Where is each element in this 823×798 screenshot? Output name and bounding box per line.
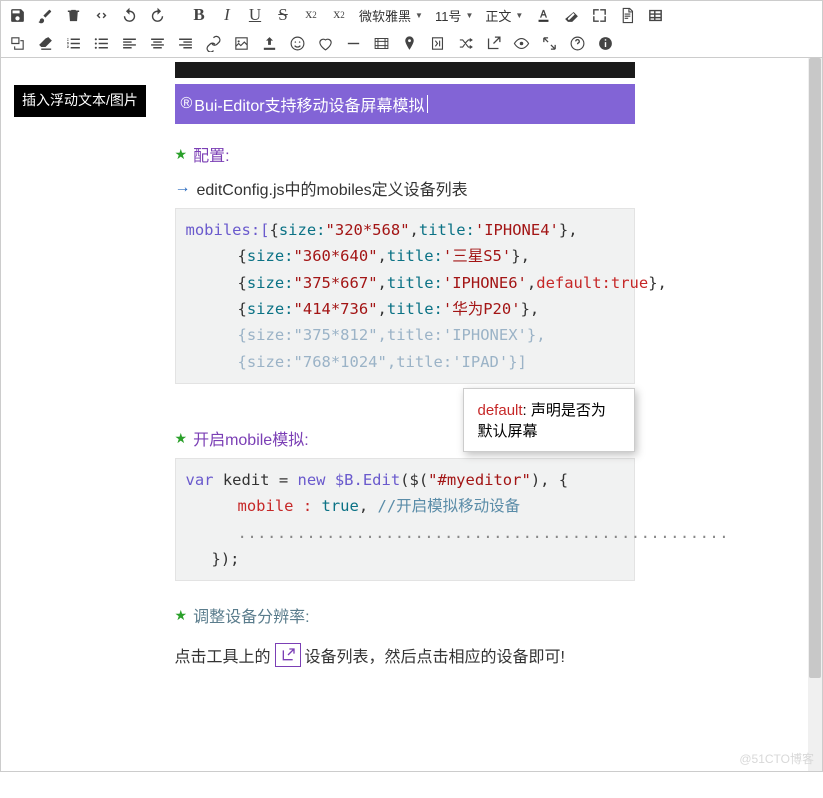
image-icon[interactable] (231, 33, 251, 53)
italic-icon[interactable]: I (217, 5, 237, 25)
size-select[interactable]: 11号 (433, 6, 475, 25)
marker-icon[interactable] (399, 33, 419, 53)
arrow-icon: → (175, 179, 191, 197)
unordered-list-icon[interactable] (91, 33, 111, 53)
video-icon[interactable] (371, 33, 391, 53)
trash-icon[interactable] (63, 5, 83, 25)
style-select[interactable]: 正文 (483, 6, 525, 25)
star-icon: ★ (175, 430, 188, 447)
heart-icon[interactable] (315, 33, 335, 53)
eye-icon[interactable] (511, 33, 531, 53)
code-icon[interactable] (91, 5, 111, 25)
emoji-icon[interactable] (287, 33, 307, 53)
insert-float-icon[interactable] (7, 33, 27, 53)
device-list-icon (275, 643, 301, 667)
save-icon[interactable] (7, 5, 27, 25)
minus-icon[interactable] (343, 33, 363, 53)
brush-icon[interactable] (35, 5, 55, 25)
align-left-icon[interactable] (119, 33, 139, 53)
section-heading: 开启mobile模拟: (193, 426, 309, 450)
expand-icon[interactable] (539, 33, 559, 53)
section-heading: 配置: (193, 142, 229, 166)
text-cursor (427, 95, 428, 113)
editor-body[interactable]: ® Bui-Editor支持移动设备屏幕模拟 ★ 配置: → editConfi… (1, 58, 808, 771)
strike-icon[interactable]: S (273, 5, 293, 25)
star-icon: ★ (175, 146, 188, 163)
page-icon[interactable] (617, 5, 637, 25)
subscript-icon[interactable]: x2 (329, 5, 349, 25)
export-icon[interactable] (483, 33, 503, 53)
text-color-icon[interactable] (533, 5, 553, 25)
star-icon: ★ (175, 607, 188, 624)
tooltip-popover: default: 声明是否为默认屏幕 (463, 388, 635, 452)
editor-toolbar: B I U S x2 x2 微软雅黑 11号 正文 (0, 0, 823, 58)
symbol-icon[interactable] (427, 33, 447, 53)
superscript-icon[interactable]: x2 (301, 5, 321, 25)
font-select[interactable]: 微软雅黑 (357, 6, 425, 25)
undo-icon[interactable] (119, 5, 139, 25)
page-title: ® Bui-Editor支持移动设备屏幕模拟 (175, 84, 635, 124)
highlight-icon[interactable] (561, 5, 581, 25)
table-icon[interactable] (645, 5, 665, 25)
section-heading: 调整设备分辨率: (193, 603, 309, 627)
scrollbar-thumb[interactable] (809, 58, 821, 678)
code-block-init: var kedit = new $B.Edit($("#myeditor"), … (175, 458, 635, 581)
bold-icon[interactable]: B (189, 5, 209, 25)
scrollbar[interactable] (808, 58, 822, 771)
fullscreen2-icon[interactable] (589, 5, 609, 25)
upload-icon[interactable] (259, 33, 279, 53)
device-instruction: 点击工具上的 设备列表，然后点击相应的设备即可! (175, 643, 635, 667)
align-center-icon[interactable] (147, 33, 167, 53)
code-block-mobiles: mobiles:[{size:"320*568",title:'IPHONE4'… (175, 208, 635, 384)
link-icon[interactable] (203, 33, 223, 53)
eraser-icon[interactable] (35, 33, 55, 53)
tooltip: 插入浮动文本/图片 (14, 85, 146, 117)
registered-icon: ® (181, 95, 193, 113)
section-subtext: editConfig.js中的mobiles定义设备列表 (197, 176, 468, 200)
underline-icon[interactable]: U (245, 5, 265, 25)
shuffle-icon[interactable] (455, 33, 475, 53)
info-icon[interactable] (595, 33, 615, 53)
help-icon[interactable] (567, 33, 587, 53)
align-right-icon[interactable] (175, 33, 195, 53)
device-frame-top (175, 62, 635, 78)
redo-icon[interactable] (147, 5, 167, 25)
ordered-list-icon[interactable] (63, 33, 83, 53)
